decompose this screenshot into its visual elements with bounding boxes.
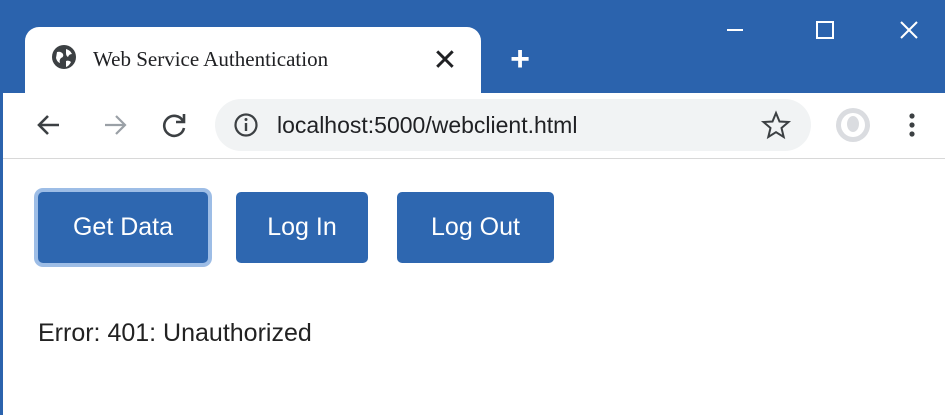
profile-avatar-icon[interactable]: [835, 107, 871, 143]
minimize-icon[interactable]: [715, 10, 755, 50]
maximize-icon[interactable]: [805, 10, 845, 50]
tab-close-icon[interactable]: ✕: [430, 44, 460, 77]
url-text[interactable]: localhost:5000/webclient.html: [277, 112, 577, 139]
star-icon[interactable]: [760, 109, 792, 141]
globe-icon: [52, 45, 76, 69]
close-icon[interactable]: [889, 10, 929, 50]
address-bar[interactable]: localhost:5000/webclient.html: [215, 99, 811, 151]
forward-arrow-icon[interactable]: [95, 105, 135, 145]
get-data-button[interactable]: Get Data: [38, 192, 208, 263]
browser-window: Web Service Authentication ✕ + localhost…: [0, 0, 945, 415]
page-content: Get Data Log In Log Out Error: 401: Unau…: [3, 159, 945, 415]
title-bar: Web Service Authentication ✕ +: [3, 0, 945, 93]
reload-icon[interactable]: [155, 105, 195, 145]
log-out-button[interactable]: Log Out: [397, 192, 554, 263]
log-in-button[interactable]: Log In: [236, 192, 368, 263]
browser-toolbar: localhost:5000/webclient.html: [3, 93, 945, 159]
more-vert-icon[interactable]: [900, 107, 924, 143]
tab-title: Web Service Authentication: [93, 47, 329, 71]
browser-tab[interactable]: Web Service Authentication ✕: [25, 27, 481, 93]
info-icon[interactable]: [233, 112, 259, 138]
status-message: Error: 401: Unauthorized: [38, 319, 312, 347]
new-tab-button[interactable]: +: [503, 40, 537, 78]
back-arrow-icon[interactable]: [29, 105, 69, 145]
